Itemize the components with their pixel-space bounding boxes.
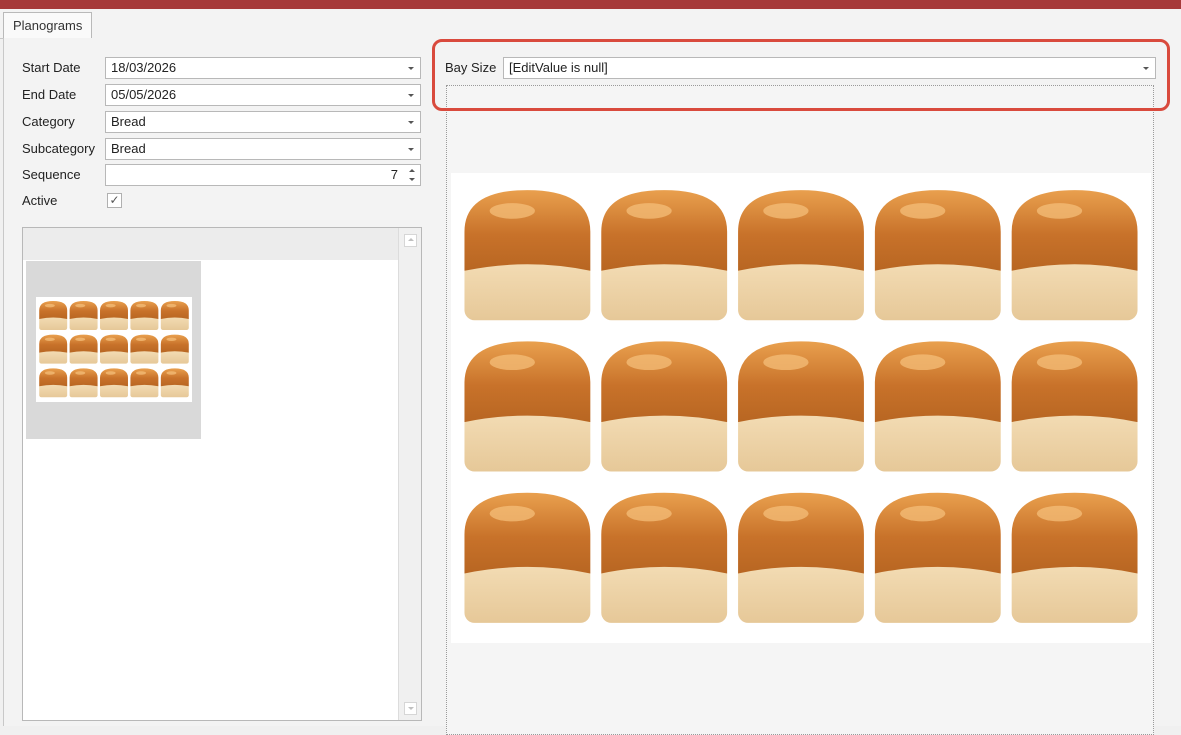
- bread-loaf: [100, 334, 128, 364]
- chevron-down-icon[interactable]: [408, 94, 414, 97]
- arrow-down-icon: [408, 707, 414, 710]
- end-date-label: End Date: [22, 87, 77, 102]
- bread-loaf: [69, 301, 98, 330]
- bread-loaf: [69, 368, 98, 398]
- tab-planograms[interactable]: Planograms: [3, 12, 93, 40]
- spin-up-icon[interactable]: [409, 169, 415, 172]
- bread-loaf: [100, 368, 128, 398]
- bread-loaf: [69, 334, 98, 364]
- start-date-value: 18/03/2026: [111, 60, 177, 75]
- bay-size-dropdown[interactable]: [EditValue is null]: [503, 57, 1156, 79]
- bay-size-label: Bay Size: [445, 60, 497, 75]
- vertical-scrollbar[interactable]: [398, 228, 421, 720]
- sequence-spin-field[interactable]: 7: [105, 164, 421, 186]
- chevron-down-icon[interactable]: [408, 67, 414, 70]
- bread-loaf: [874, 492, 1001, 623]
- bread-grid-image: [464, 190, 1138, 623]
- bread-loaf: [130, 368, 159, 398]
- subcategory-label: Subcategory: [22, 141, 95, 156]
- bread-loaf: [160, 368, 189, 398]
- bread-loaf: [738, 492, 864, 623]
- bread-loaf: [601, 492, 728, 623]
- bread-loaf: [1011, 341, 1138, 472]
- active-label: Active: [22, 193, 58, 208]
- list-header: [23, 228, 399, 260]
- start-date-field[interactable]: 18/03/2026: [105, 57, 421, 79]
- sequence-value: 7: [390, 167, 398, 182]
- planogram-image: [451, 173, 1151, 643]
- bread-loaf: [874, 190, 1001, 321]
- window-title-bar: [0, 0, 1181, 9]
- bread-loaf: [160, 334, 189, 364]
- category-value: Bread: [111, 114, 146, 129]
- bread-loaf: [100, 301, 128, 330]
- bread-loaf: [39, 368, 68, 398]
- end-date-value: 05/05/2026: [111, 87, 177, 102]
- chevron-down-icon[interactable]: [408, 148, 414, 151]
- subcategory-field[interactable]: Bread: [105, 138, 421, 160]
- tab-strip: Planograms: [0, 9, 1181, 40]
- bread-loaf: [464, 492, 591, 623]
- category-field[interactable]: Bread: [105, 111, 421, 133]
- planogram-list[interactable]: [22, 227, 422, 721]
- bread-loaf: [130, 334, 159, 364]
- active-checkbox[interactable]: ✓: [107, 193, 122, 208]
- end-date-field[interactable]: 05/05/2026: [105, 84, 421, 106]
- bread-loaf: [464, 341, 591, 472]
- bread-loaf: [601, 190, 728, 321]
- planogram-preview-panel: [446, 85, 1154, 735]
- planogram-thumbnail: [36, 297, 192, 402]
- bread-loaf: [874, 341, 1001, 472]
- chevron-down-icon[interactable]: [408, 121, 414, 124]
- chevron-down-icon[interactable]: [1143, 67, 1149, 70]
- bay-size-value: [EditValue is null]: [509, 60, 608, 75]
- checkmark-icon: ✓: [109, 193, 120, 207]
- scroll-up-button[interactable]: [404, 234, 417, 247]
- bread-loaf: [130, 301, 159, 330]
- subcategory-value: Bread: [111, 141, 146, 156]
- category-label: Category: [22, 114, 75, 129]
- bread-loaf: [160, 301, 189, 330]
- start-date-label: Start Date: [22, 60, 81, 75]
- bread-loaf: [738, 341, 864, 472]
- spin-buttons[interactable]: [408, 167, 416, 183]
- spin-down-icon[interactable]: [409, 178, 415, 181]
- sequence-label: Sequence: [22, 167, 81, 182]
- bread-loaf: [601, 341, 728, 472]
- bread-loaf: [39, 301, 68, 330]
- bread-loaf: [39, 334, 68, 364]
- arrow-up-icon: [408, 238, 414, 241]
- bread-loaf: [1011, 492, 1138, 623]
- bread-grid-thumbnail-image: [39, 301, 189, 398]
- bread-loaf: [1011, 190, 1138, 321]
- list-item[interactable]: [26, 261, 201, 439]
- bread-loaf: [738, 190, 864, 321]
- scroll-down-button[interactable]: [404, 702, 417, 715]
- bread-loaf: [464, 190, 591, 321]
